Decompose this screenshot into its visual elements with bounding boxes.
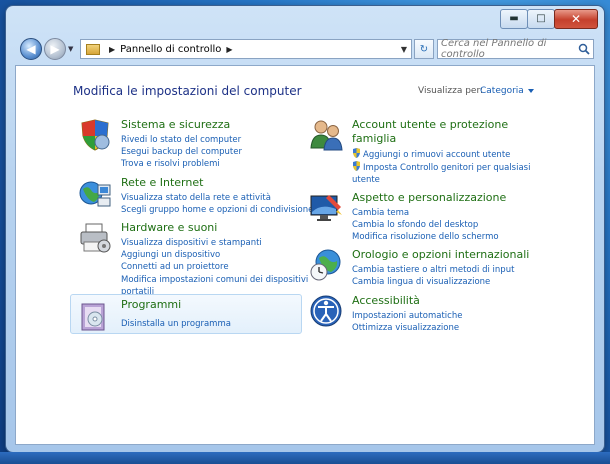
hardware-links: Visualizza dispositivi e stampanti Aggiu… [121, 237, 308, 298]
category-network-internet: Rete e Internet Visualizza stato della r… [78, 176, 318, 216]
breadcrumb-separator-icon[interactable]: ▶ [226, 45, 232, 54]
category-clock-region: Orologio e opzioni internazionali Cambia… [309, 248, 579, 288]
address-bar[interactable]: ▶ Pannello di controllo ▶ ▼ [80, 39, 412, 59]
category-accessibility: Accessibilità Impostazioni automatiche O… [309, 294, 579, 334]
close-icon: ✕ [570, 12, 582, 26]
link-backup[interactable]: Esegui backup del computer [121, 146, 242, 158]
address-dropdown-icon[interactable]: ▼ [401, 45, 407, 54]
category-programs: Programmi Disinstalla un programma [78, 298, 298, 332]
link-parental-controls-text: Imposta Controllo genitori per qualsiasi [363, 163, 531, 174]
recent-pages-dropdown[interactable]: ▼ [68, 45, 73, 53]
main-content: Modifica le impostazioni del computer Vi… [15, 65, 595, 445]
category-title-hardware-sound[interactable]: Hardware e suoni [121, 221, 217, 235]
globe-network-icon [79, 181, 111, 207]
link-change-background[interactable]: Cambia lo sfondo del desktop [352, 219, 499, 231]
window-controls: ▬ □ ✕ [500, 9, 598, 29]
forward-button[interactable]: ▶ [44, 38, 66, 60]
search-input[interactable]: Cerca nel Pannello di controllo [437, 38, 594, 60]
link-parental-controls[interactable]: Imposta Controllo genitori per qualsiasi [352, 161, 530, 174]
category-title-user-accounts-cont[interactable]: famiglia [352, 132, 396, 146]
category-user-accounts: Account utente e protezione famiglia Agg… [309, 118, 579, 185]
network-links: Visualizza stato della rete e attività S… [121, 192, 313, 216]
chevron-down-icon [527, 88, 534, 93]
category-system-security: Sistema e sicurezza Rivedi lo stato del … [78, 118, 308, 173]
link-add-remove-accounts-text: Aggiungi o rimuovi account utente [363, 150, 511, 160]
uac-shield-icon [353, 148, 360, 158]
back-button[interactable]: ◀ [20, 38, 42, 60]
accessibility-links: Impostazioni automatiche Ottimizza visua… [352, 310, 462, 334]
minimize-icon: ▬ [509, 13, 519, 24]
navigation-bar: ◀ ▶ ▼ ▶ Pannello di controllo ▶ ▼ ↻ Cerc… [16, 38, 594, 62]
link-troubleshoot[interactable]: Trova e risolvi problemi [121, 158, 242, 170]
category-title-user-accounts[interactable]: Account utente e protezione [352, 118, 508, 132]
breadcrumb-separator-icon[interactable]: ▶ [109, 45, 115, 54]
page-title: Modifica le impostazioni del computer [73, 84, 302, 98]
category-title-network-internet[interactable]: Rete e Internet [121, 176, 203, 190]
printer-icon [80, 223, 111, 253]
link-homegroup[interactable]: Scegli gruppo home e opzioni di condivis… [121, 204, 313, 216]
maximize-button[interactable]: □ [527, 9, 555, 29]
link-add-remove-accounts[interactable]: Aggiungi o rimuovi account utente [352, 148, 530, 161]
view-by-label: Visualizza per: [418, 86, 484, 96]
category-hardware-sound: Hardware e suoni Visualizza dispositivi … [78, 221, 318, 298]
control-panel-window: ▬ □ ✕ ◀ ▶ ▼ ▶ Pannello di controllo ▶ ▼ … [6, 6, 604, 452]
system-security-links: Rivedi lo stato del computer Esegui back… [121, 134, 242, 171]
search-icon[interactable] [578, 43, 590, 55]
link-change-theme[interactable]: Cambia tema [352, 207, 499, 219]
taskbar [0, 452, 610, 464]
link-network-status[interactable]: Visualizza stato della rete e attività [121, 192, 313, 204]
link-add-device[interactable]: Aggiungi un dispositivo [121, 249, 308, 261]
category-appearance: Aspetto e personalizzazione Cambia tema … [309, 191, 579, 242]
category-title-system-security[interactable]: Sistema e sicurezza [121, 118, 230, 132]
search-placeholder: Cerca nel Pannello di controllo [441, 38, 547, 60]
category-title-programs[interactable]: Programmi [121, 298, 181, 312]
close-button[interactable]: ✕ [554, 9, 598, 29]
link-change-keyboards[interactable]: Cambia tastiere o altri metodi di input [352, 264, 514, 276]
category-title-clock-region[interactable]: Orologio e opzioni internazionali [352, 248, 529, 262]
view-by-dropdown[interactable]: Categoria [480, 86, 534, 96]
link-mobility-settings[interactable]: Modifica impostazioni comuni dei disposi… [121, 274, 308, 286]
breadcrumb-control-panel[interactable]: Pannello di controllo [120, 44, 221, 55]
programs-links: Disinstalla un programma [121, 318, 231, 330]
monitor-paint-icon [310, 195, 342, 221]
link-auto-settings[interactable]: Impostazioni automatiche [352, 310, 462, 322]
link-review-status[interactable]: Rivedi lo stato del computer [121, 134, 242, 146]
link-display-language[interactable]: Cambia lingua di visualizzazione [352, 276, 514, 288]
category-title-appearance[interactable]: Aspetto e personalizzazione [352, 191, 506, 205]
maximize-icon: □ [536, 13, 546, 24]
link-optimize-display[interactable]: Ottimizza visualizzazione [352, 322, 462, 334]
clock-globe-icon [310, 249, 341, 281]
users-icon [310, 120, 343, 151]
link-connect-projector[interactable]: Connetti ad un proiettore [121, 261, 308, 273]
programs-box-icon [81, 303, 105, 331]
minimize-button[interactable]: ▬ [500, 9, 528, 29]
link-uninstall-program[interactable]: Disinstalla un programma [121, 318, 231, 330]
clock-links: Cambia tastiere o altri metodi di input … [352, 264, 514, 288]
control-panel-icon [86, 43, 100, 55]
appearance-links: Cambia tema Cambia lo sfondo del desktop… [352, 207, 499, 244]
category-title-accessibility[interactable]: Accessibilità [352, 294, 420, 308]
link-devices-printers[interactable]: Visualizza dispositivi e stampanti [121, 237, 308, 249]
uac-shield-icon [353, 161, 360, 172]
title-bar[interactable]: ▬ □ ✕ [6, 6, 604, 34]
view-by-value: Categoria [480, 86, 524, 96]
refresh-icon: ↻ [419, 43, 429, 55]
arrow-right-icon: ▶ [50, 42, 60, 56]
link-parental-controls-cont[interactable]: utente [352, 174, 530, 186]
link-screen-resolution[interactable]: Modifica risoluzione dello schermo [352, 231, 499, 243]
arrow-left-icon: ◀ [26, 42, 36, 56]
account-links: Aggiungi o rimuovi account utente Impost… [352, 148, 530, 187]
refresh-button[interactable]: ↻ [414, 39, 434, 59]
accessibility-icon [310, 295, 342, 327]
shield-icon [81, 119, 110, 151]
